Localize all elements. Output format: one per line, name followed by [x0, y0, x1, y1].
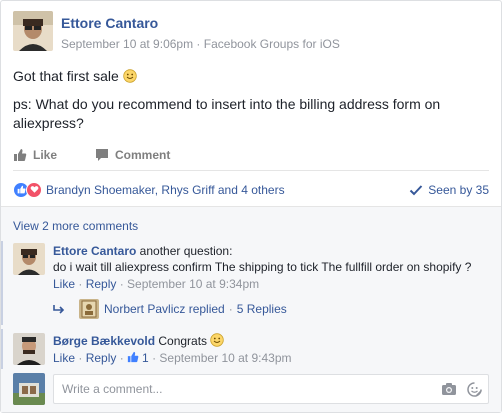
post-body: Got that first sale ps: What do you reco… — [13, 67, 489, 142]
comment-author-name[interactable]: Ettore Cantaro — [53, 244, 136, 258]
action-bar: Like Comment — [13, 139, 489, 171]
comment-separator: · — [75, 277, 86, 291]
post-card: Ettore Cantaro September 10 at 9:06pm · … — [0, 0, 502, 413]
thread-line — [1, 329, 3, 369]
post-line-1: Got that first sale — [13, 67, 489, 86]
smile-emoji-icon — [123, 69, 137, 83]
post-line-2: ps: What do you recommend to insert into… — [13, 96, 441, 131]
comment-like-count[interactable]: 1 — [127, 351, 149, 365]
comment-button-label: Comment — [115, 147, 171, 162]
post-header: Ettore Cantaro September 10 at 9:06pm · … — [13, 11, 340, 55]
post-source[interactable]: Facebook Groups for iOS — [204, 37, 340, 51]
like-button-label: Like — [33, 147, 58, 162]
comment-separator: · — [116, 351, 128, 365]
post-timestamp[interactable]: September 10 at 9:06pm — [61, 37, 193, 51]
comment-timestamp[interactable]: September 10 at 9:34pm — [127, 277, 259, 291]
speech-bubble-icon — [96, 148, 109, 161]
reactors-list[interactable]: Brandyn Shoemaker, Rhys Griff and 4 othe… — [46, 183, 285, 197]
replier-avatar — [79, 299, 99, 319]
reaction-icons[interactable] — [13, 181, 42, 198]
comment-text: another question: — [136, 244, 233, 258]
replies-separator: · — [228, 302, 233, 316]
replies-row[interactable]: Norbert Pavlicz replied · 5 Replies — [53, 299, 287, 319]
comments-section: View 2 more comments Ettore Cantaro anot… — [1, 207, 501, 412]
meta-separator: · — [193, 37, 204, 51]
comment-like-link[interactable]: Like — [53, 351, 75, 365]
view-more-comments-link[interactable]: View 2 more comments — [13, 219, 138, 233]
thread-line — [1, 241, 3, 325]
post-meta: September 10 at 9:06pm · Facebook Groups… — [61, 36, 340, 52]
like-button[interactable]: Like — [13, 148, 57, 162]
reactions-bar: Brandyn Shoemaker, Rhys Griff and 4 othe… — [1, 173, 501, 207]
thumbs-up-icon — [127, 351, 139, 363]
sticker-icon[interactable] — [467, 381, 482, 397]
love-reaction-icon — [26, 181, 42, 198]
comment-item: Børge Bækkevold Congrats Like · Reply · … — [13, 333, 489, 366]
thumbs-up-icon — [14, 148, 27, 161]
post-line-1-text: Got that first sale — [13, 68, 119, 84]
replies-count: 5 Replies — [236, 302, 287, 316]
checkmark-icon — [410, 184, 423, 195]
replies-author: Norbert Pavlicz replied — [104, 302, 225, 316]
comment-input[interactable] — [62, 382, 431, 396]
comment-actions: Like · Reply · September 10 at 9:34pm — [53, 276, 471, 292]
comment-button[interactable]: Comment — [95, 148, 170, 162]
comment-like-count-value: 1 — [142, 351, 149, 365]
author-avatar[interactable] — [13, 11, 53, 51]
comment-item: Ettore Cantaro another question: do i wa… — [13, 243, 489, 292]
comment-separator: · — [116, 277, 128, 291]
comment-input-box — [53, 374, 489, 404]
post-author-name[interactable]: Ettore Cantaro — [61, 14, 340, 32]
comment-text-line-1: Ettore Cantaro another question: — [53, 243, 471, 259]
comment-reply-link[interactable]: Reply — [86, 351, 117, 365]
seen-by-label: Seen by 35 — [428, 182, 489, 197]
comment-author-name[interactable]: Børge Bækkevold — [53, 334, 155, 348]
viewer-avatar — [13, 373, 45, 405]
comment-composer — [13, 373, 489, 405]
comment-like-link[interactable]: Like — [53, 277, 75, 291]
comment-text-line-2: do i wait till aliexpress confirm The sh… — [53, 260, 472, 274]
comment-reply-link[interactable]: Reply — [86, 277, 117, 291]
comment-timestamp[interactable]: September 10 at 9:43pm — [159, 351, 291, 365]
commenter-avatar[interactable] — [13, 243, 45, 275]
seen-by[interactable]: Seen by 35 — [409, 183, 489, 197]
smile-emoji-icon — [210, 333, 225, 347]
commenter-avatar[interactable] — [13, 333, 45, 365]
comment-text-line-1: Børge Bækkevold Congrats — [53, 333, 292, 349]
comment-separator: · — [148, 351, 160, 365]
camera-icon[interactable] — [441, 382, 457, 396]
comment-separator: · — [75, 351, 86, 365]
comment-actions: Like · Reply · 1 · September 10 at 9:43p… — [53, 350, 292, 366]
reply-arrow-icon — [53, 305, 65, 314]
comment-text: Congrats — [155, 334, 208, 348]
